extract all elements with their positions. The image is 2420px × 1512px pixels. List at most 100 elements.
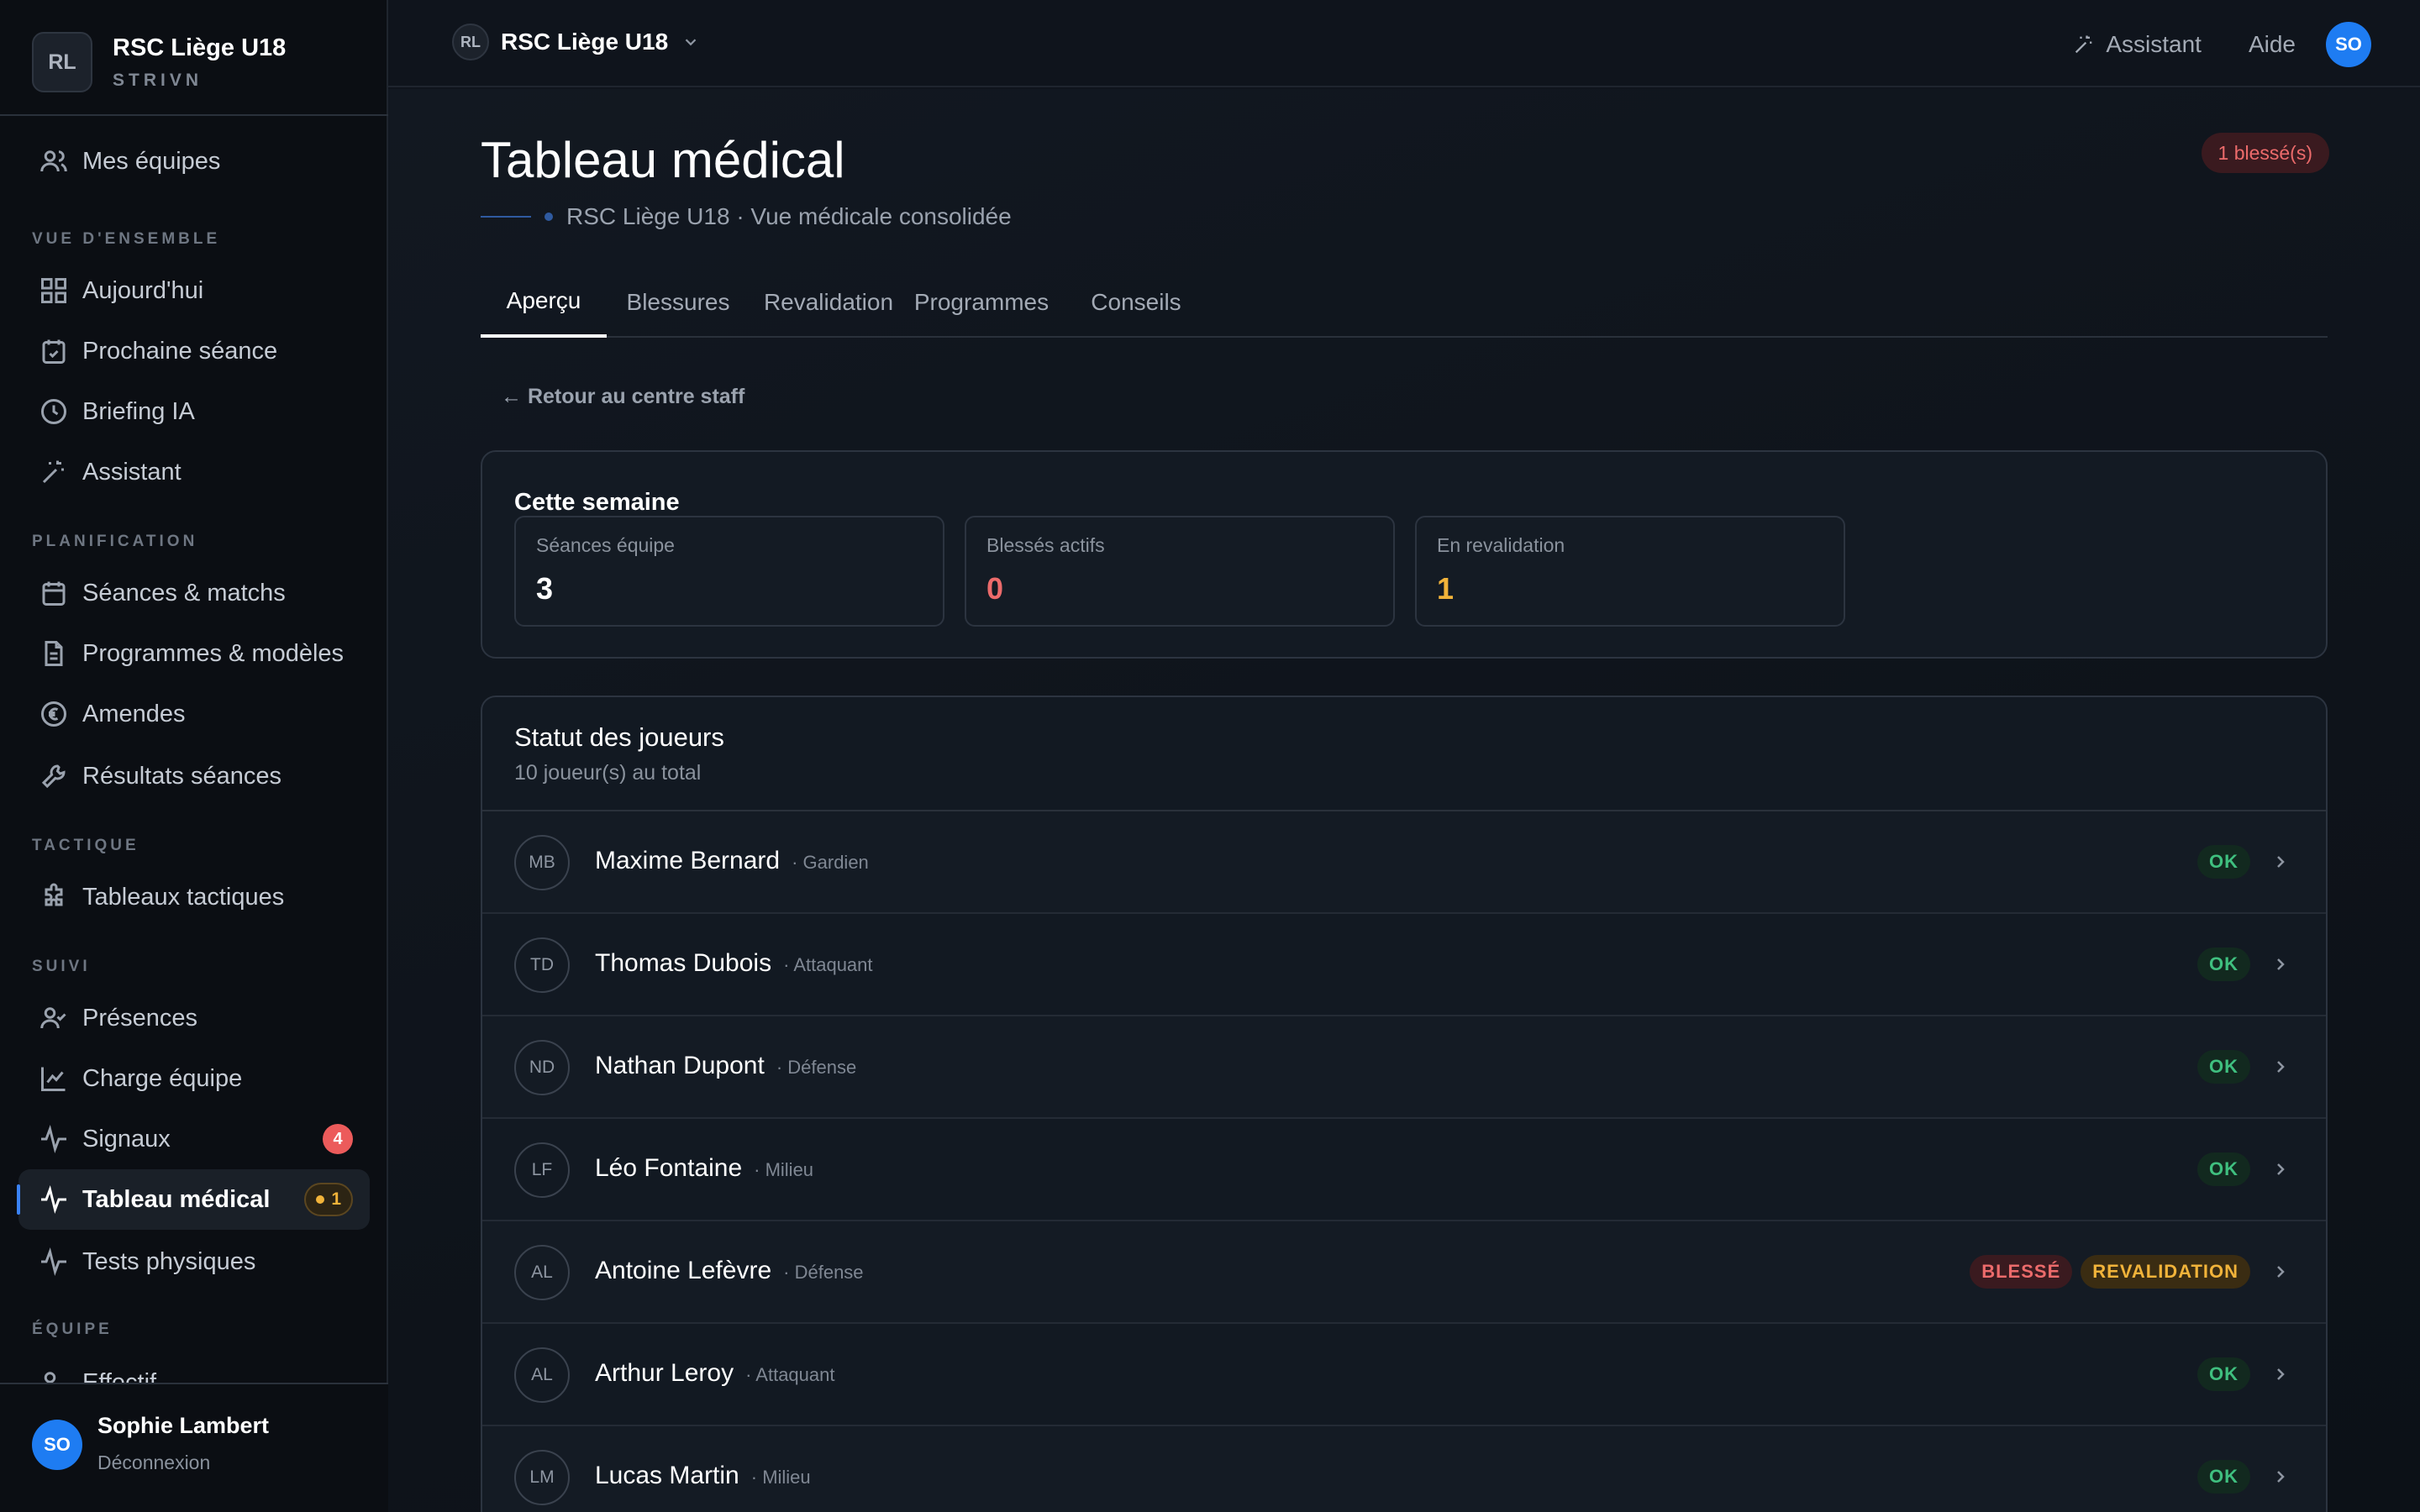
assistant-button[interactable]: Assistant bbox=[2072, 31, 2202, 58]
tab-apercu[interactable]: Aperçu bbox=[481, 267, 607, 338]
chevron-right-icon bbox=[2270, 1262, 2291, 1282]
chevron-right-icon bbox=[2270, 1364, 2291, 1384]
player-position: · Défense bbox=[783, 1262, 864, 1283]
section-title: ÉQUIPE bbox=[32, 1320, 113, 1338]
avatar[interactable]: SO bbox=[32, 1420, 82, 1470]
sidebar-item-label: Mes équipes bbox=[82, 147, 221, 175]
table-row[interactable]: ND Nathan Dupont · Défense OK bbox=[482, 1016, 2326, 1119]
status-badge: BLESSÉ bbox=[1970, 1255, 2073, 1289]
wrench-icon bbox=[37, 759, 71, 793]
table-row[interactable]: LM Lucas Martin · Milieu OK bbox=[482, 1426, 2326, 1512]
injured-count-badge: 1 blessé(s) bbox=[2201, 133, 2329, 173]
avatar[interactable]: SO bbox=[2326, 22, 2371, 67]
sidebar-item-assistant[interactable]: Assistant bbox=[18, 442, 370, 502]
assistant-label: Assistant bbox=[2106, 31, 2202, 57]
stat-card-revalidation: En revalidation 1 bbox=[1415, 516, 1845, 627]
player-name: Lucas Martin bbox=[595, 1462, 739, 1489]
avatar: AL bbox=[514, 1245, 570, 1300]
stat-card-seances: Séances équipe 3 bbox=[514, 516, 944, 627]
pulse-icon bbox=[37, 1245, 71, 1278]
sidebar-item-tableaux-tactiques[interactable]: Tableaux tactiques bbox=[18, 867, 370, 927]
table-row[interactable]: AL Arthur Leroy · Attaquant OK bbox=[482, 1324, 2326, 1426]
brand[interactable]: RL RSC Liège U18 STRIVN bbox=[32, 32, 286, 92]
player-position: · Gardien bbox=[792, 852, 869, 873]
calendar-icon bbox=[37, 576, 71, 610]
user-name: Sophie Lambert bbox=[97, 1413, 270, 1438]
row-status-group: OK bbox=[2197, 1357, 2291, 1391]
sidebar-item-label: Briefing IA bbox=[82, 397, 195, 425]
status-badge: OK bbox=[2197, 1050, 2250, 1084]
logout-link[interactable]: Déconnexion bbox=[97, 1452, 210, 1474]
status-badge: OK bbox=[2197, 1152, 2250, 1186]
sidebar-item-aujourdhui[interactable]: Aujourd'hui bbox=[18, 260, 370, 321]
sidebar-item-label: Programmes & modèles bbox=[82, 639, 345, 667]
tab-blessures[interactable]: Blessures bbox=[615, 267, 741, 338]
player-position: · Attaquant bbox=[783, 954, 873, 975]
row-status-group: OK bbox=[2197, 1050, 2291, 1084]
sidebar-item-charge-equipe[interactable]: Charge équipe bbox=[18, 1048, 370, 1109]
players-status-card: Statut des joueurs 10 joueur(s) au total… bbox=[481, 696, 2328, 1512]
status-badge: OK bbox=[2197, 948, 2250, 981]
sidebar-item-label: Séances & matchs bbox=[82, 579, 286, 606]
sidebar-item-presences[interactable]: Présences bbox=[18, 988, 370, 1048]
status-badge: OK bbox=[2197, 1460, 2250, 1494]
clock-icon bbox=[37, 395, 71, 428]
help-button[interactable]: Aide bbox=[2249, 31, 2296, 58]
active-indicator bbox=[17, 1184, 20, 1215]
sidebar-item-prochaine-seance[interactable]: Prochaine séance bbox=[18, 321, 370, 381]
chevron-right-icon bbox=[2270, 1159, 2291, 1179]
sidebar-divider bbox=[0, 114, 388, 116]
sidebar-item-label: Tableau médical bbox=[82, 1185, 271, 1213]
table-row[interactable]: AL Antoine Lefèvre · Défense BLESSÉ REVALIDA… bbox=[482, 1221, 2326, 1324]
table-row[interactable]: LF Léo Fontaine · Milieu OK bbox=[482, 1119, 2326, 1221]
team-selector[interactable]: RL RSC Liège U18 bbox=[452, 24, 700, 60]
sidebar-item-briefing-ia[interactable]: Briefing IA bbox=[18, 381, 370, 442]
tab-programmes[interactable]: Programmes bbox=[906, 267, 1057, 338]
signals-count-badge: 4 bbox=[323, 1124, 353, 1154]
sidebar-item-label: Charge équipe bbox=[82, 1064, 243, 1092]
sidebar-item-label: Amendes bbox=[82, 700, 186, 727]
week-summary-card: Cette semaine Séances équipe 3 Blessés a… bbox=[481, 450, 2328, 659]
avatar: LM bbox=[514, 1450, 570, 1505]
sidebar-item-tests-physiques[interactable]: Tests physiques bbox=[18, 1231, 370, 1292]
status-badge: OK bbox=[2197, 845, 2250, 879]
row-status-group: OK bbox=[2197, 1460, 2291, 1494]
sidebar-item-mes-equipes[interactable]: Mes équipes bbox=[18, 131, 370, 192]
player-name: Antoine Lefèvre bbox=[595, 1257, 772, 1284]
avatar: ND bbox=[514, 1040, 570, 1095]
section-title: VUE D'ENSEMBLE bbox=[32, 230, 221, 248]
section-title: PLANIFICATION bbox=[32, 533, 198, 550]
document-icon bbox=[37, 637, 71, 670]
pulse-icon bbox=[37, 1122, 71, 1156]
page-title: Tableau médical bbox=[481, 132, 845, 188]
stat-label: En revalidation bbox=[1437, 534, 1565, 556]
player-name-group: Nathan Dupont · Défense bbox=[595, 1052, 856, 1080]
sidebar-item-signaux[interactable]: Signaux 4 bbox=[18, 1109, 370, 1169]
tab-conseils[interactable]: Conseils bbox=[1060, 267, 1212, 338]
page-subtitle: RSC Liège U18 · Vue médicale consolidée bbox=[481, 203, 1012, 230]
team-avatar: RL bbox=[32, 32, 92, 92]
sidebar-item-tableau-medical[interactable]: Tableau médical 1 bbox=[17, 1169, 370, 1230]
avatar: MB bbox=[514, 835, 570, 890]
avatar: TD bbox=[514, 937, 570, 993]
avatar: LF bbox=[514, 1142, 570, 1198]
pulse-icon bbox=[37, 1183, 71, 1216]
card-subtitle: 10 joueur(s) au total bbox=[514, 761, 702, 785]
chevron-right-icon bbox=[2270, 852, 2291, 872]
sidebar-item-label: Prochaine séance bbox=[82, 337, 278, 365]
sidebar-item-seances-matchs[interactable]: Séances & matchs bbox=[18, 563, 370, 623]
sidebar-item-resultats-seances[interactable]: Résultats séances bbox=[18, 746, 370, 806]
table-row[interactable]: TD Thomas Dubois · Attaquant OK bbox=[482, 914, 2326, 1016]
topbar: RL RSC Liège U18 Assistant Aide SO bbox=[388, 0, 2420, 87]
player-name-group: Thomas Dubois · Attaquant bbox=[595, 949, 873, 978]
back-link[interactable]: ← Retour au centre staff bbox=[501, 385, 744, 409]
chevron-right-icon bbox=[2270, 954, 2291, 974]
player-position: · Milieu bbox=[754, 1159, 814, 1180]
avatar: AL bbox=[514, 1347, 570, 1403]
chevron-right-icon bbox=[2270, 1467, 2291, 1487]
tab-revalidation[interactable]: Revalidation bbox=[753, 267, 904, 338]
table-row[interactable]: MB Maxime Bernard · Gardien OK bbox=[482, 811, 2326, 914]
sidebar-item-programmes-modeles[interactable]: Programmes & modèles bbox=[18, 623, 370, 684]
sidebar-item-amendes[interactable]: Amendes bbox=[18, 684, 370, 744]
main-content: Tableau médical RSC Liège U18 · Vue médi… bbox=[388, 89, 2420, 1512]
